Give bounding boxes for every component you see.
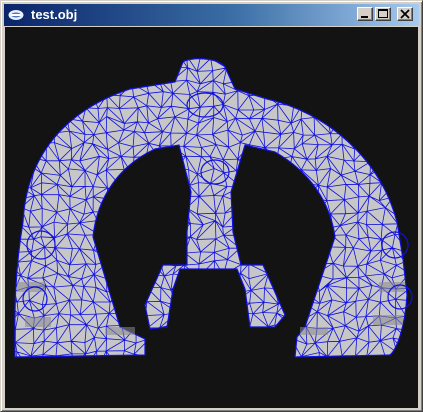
maximize-icon xyxy=(378,9,388,18)
mesh-canvas xyxy=(14,58,413,358)
app-icon[interactable] xyxy=(7,7,25,23)
viewport-3d[interactable] xyxy=(5,27,418,408)
close-button[interactable] xyxy=(397,7,413,21)
minimize-icon xyxy=(361,16,368,18)
close-icon xyxy=(400,9,410,19)
title-bar[interactable]: test.obj xyxy=(4,4,419,26)
window-title: test.obj xyxy=(31,7,78,22)
minimize-button[interactable] xyxy=(357,7,373,21)
maximize-button[interactable] xyxy=(375,7,391,21)
app-window: test.obj xyxy=(0,0,423,412)
mesh-silhouette xyxy=(14,58,408,358)
